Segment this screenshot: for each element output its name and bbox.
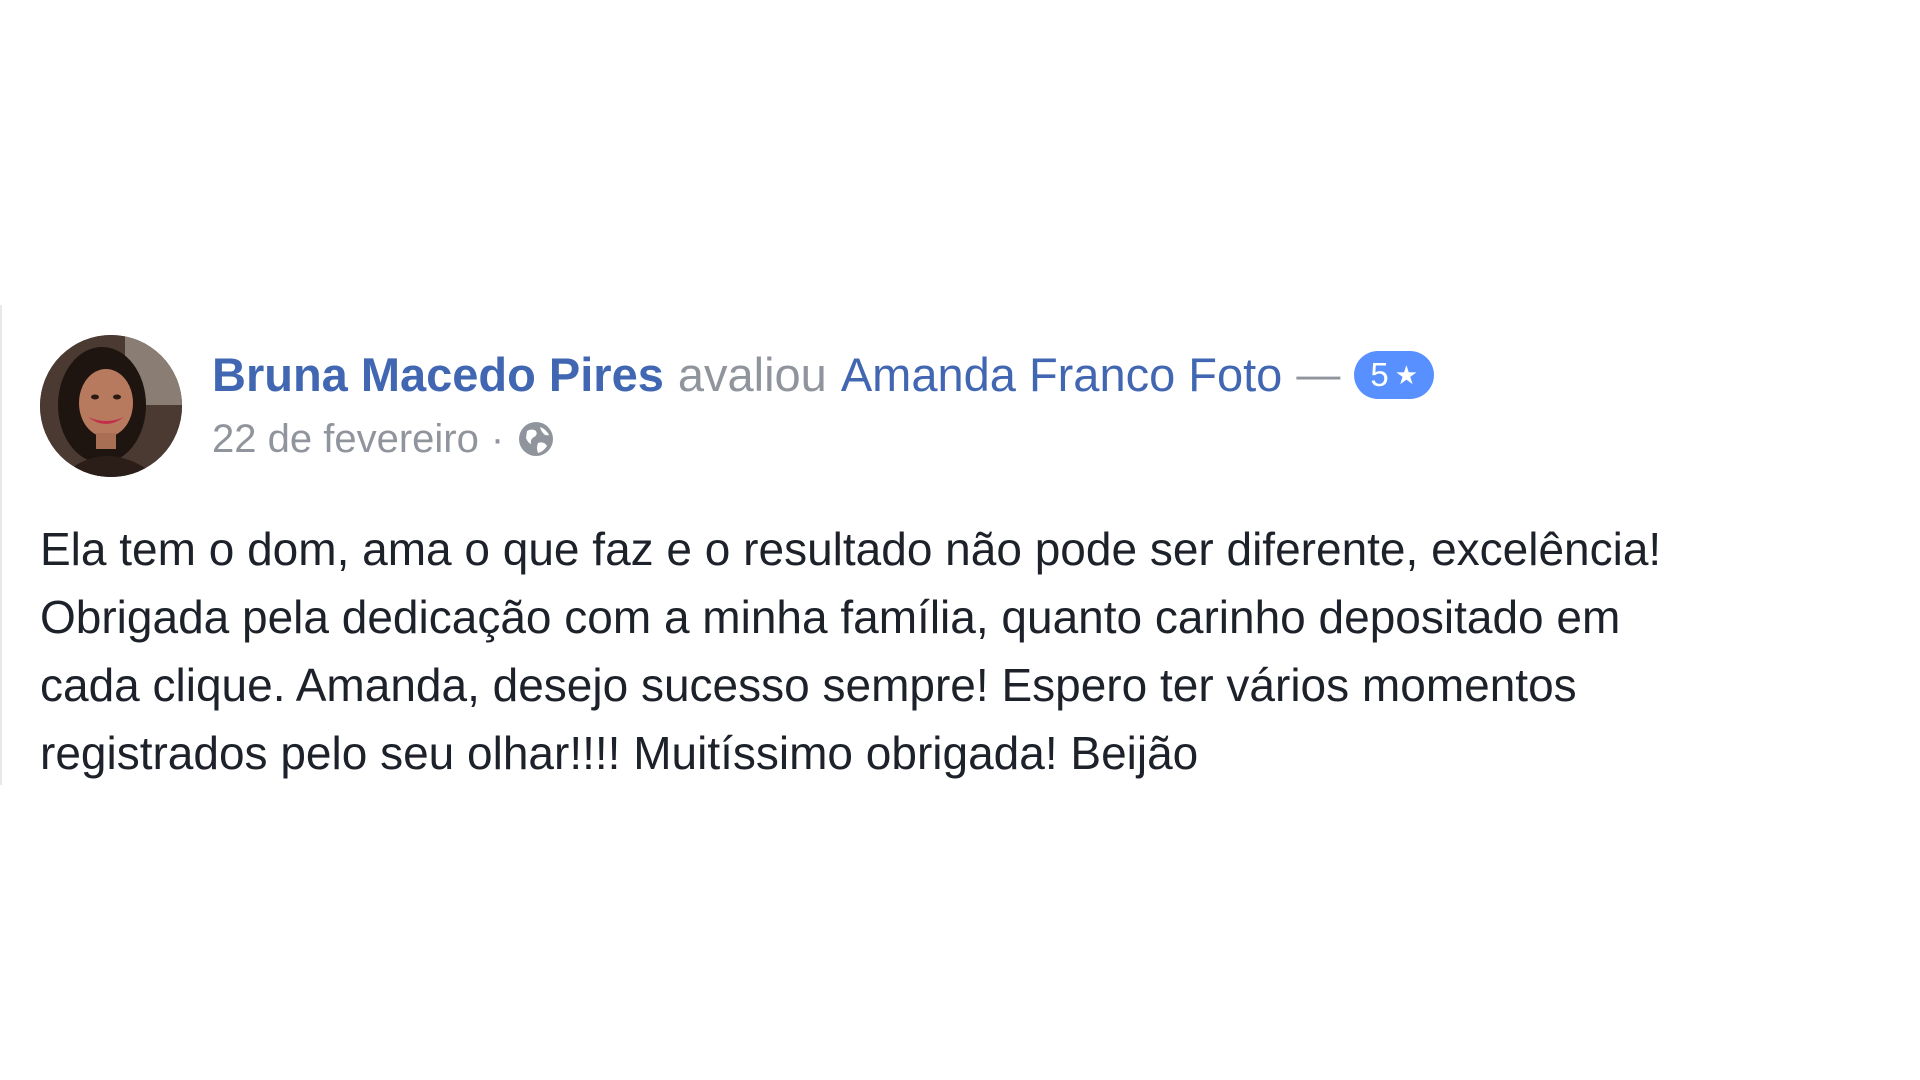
rating-badge[interactable]: 5 ★: [1354, 351, 1434, 399]
avatar[interactable]: [40, 335, 182, 477]
review-text-line: registrados pelo seu olhar!!!! Muitíssim…: [40, 727, 1199, 779]
author-name-link[interactable]: Bruna Macedo Pires: [212, 345, 664, 405]
review-meta: Bruna Macedo Pires avaliou Amanda Franco…: [212, 335, 1434, 465]
avatar-photo: [40, 335, 182, 477]
review-text-line: cada clique. Amanda, desejo sucesso semp…: [40, 659, 1577, 711]
review-text-line: Obrigada pela dedicação com a minha famí…: [40, 591, 1621, 643]
review-text: Ela tem o dom, ama o que faz e o resulta…: [40, 515, 1860, 787]
divider: [0, 305, 2, 785]
post-date-link[interactable]: 22 de fevereiro: [212, 413, 479, 465]
separator-dash: —: [1296, 350, 1341, 399]
rating-value: 5: [1370, 356, 1389, 393]
review-text-line: Ela tem o dom, ama o que faz e o resulta…: [40, 523, 1662, 575]
page-canvas: Bruna Macedo Pires avaliou Amanda Franco…: [0, 0, 1920, 1080]
globe-icon[interactable]: [516, 419, 556, 459]
star-icon: ★: [1394, 360, 1418, 390]
review-subline: 22 de fevereiro ·: [212, 413, 1434, 465]
action-text: avaliou: [677, 348, 827, 401]
date-separator: ·: [490, 417, 505, 461]
page-name-link[interactable]: Amanda Franco Foto: [841, 345, 1283, 405]
review-headline: Bruna Macedo Pires avaliou Amanda Franco…: [212, 345, 1434, 405]
review-card: Bruna Macedo Pires avaliou Amanda Franco…: [40, 335, 1880, 787]
review-header: Bruna Macedo Pires avaliou Amanda Franco…: [40, 335, 1880, 477]
